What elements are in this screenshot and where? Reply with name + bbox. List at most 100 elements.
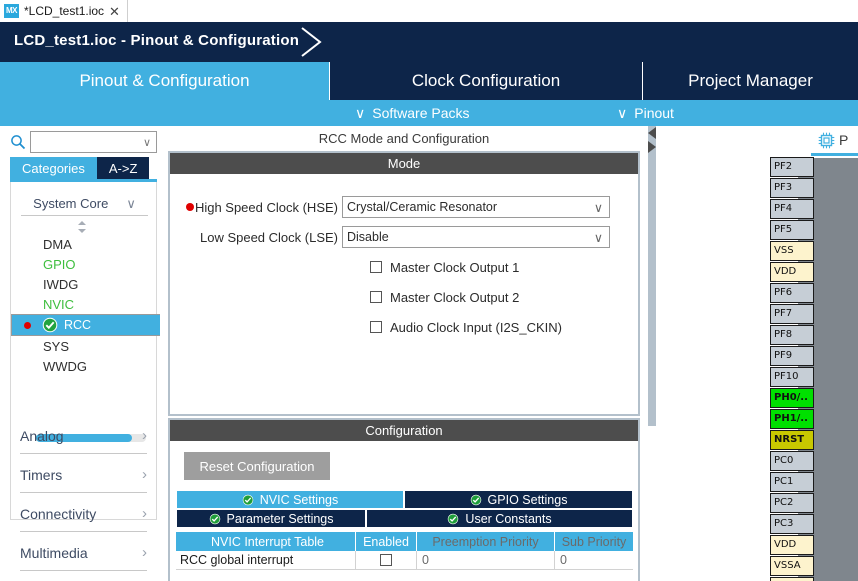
tab-clock-configuration[interactable]: Clock Configuration [330,62,643,100]
subtab-pinout[interactable]: ∨ Pinout [617,100,674,126]
tab-pinout-configuration[interactable]: Pinout & Configuration [0,62,330,100]
tab-parameter-settings-label: Parameter Settings [226,511,334,526]
sidebar-item-sys[interactable]: SYS [11,336,158,356]
table-row[interactable]: RCC global interrupt 0 0 [176,551,633,570]
cubemx-window: MX *LCD_test1.ioc ✕ LCD_test1.ioc - Pino… [0,0,858,581]
pinout-view-toggle[interactable]: P [818,128,848,152]
rcc-configuration-pane: RCC Mode and Configuration Mode High Spe… [160,126,645,581]
pin-vdd-2[interactable]: VDD [770,535,814,555]
cell-sub-priority[interactable]: 0 [555,551,633,570]
high-speed-clock-select[interactable]: Crystal/Ceramic Resonator ∨ [342,196,610,218]
peripheral-sidebar: ∨ Categories A->Z System Core ∨ DMA GPIO… [0,126,279,581]
pin-pf6[interactable]: PF6 [770,283,814,303]
column-header-preemption-priority: Preemption Priority [417,532,555,551]
configuration-panel: Configuration Reset Configuration NVIC S… [168,418,640,581]
sidebar-item-label: GPIO [43,256,76,272]
title-bar: LCD_test1.ioc - Pinout & Configuration [0,22,858,62]
pin-vssa[interactable]: VSSA [770,556,814,576]
tab-parameter-settings[interactable]: Parameter Settings [176,509,366,528]
pin-ph1[interactable]: RCC_OSC_OUT PH1/.. [770,409,814,429]
category-analog-label: Analog [20,427,64,444]
mode-rows: High Speed Clock (HSE) Crystal/Ceramic R… [170,174,638,342]
tab-user-constants[interactable]: User Constants [366,509,633,528]
pin-ph0[interactable]: RCC_OSC_IN PH0/.. [770,388,814,408]
column-header-sub-priority: Sub Priority [555,532,633,551]
chip-icon [818,132,835,148]
sidebar-item-iwdg[interactable]: IWDG [11,274,158,294]
pin-nrst[interactable]: NRST [770,430,814,450]
tab-categories[interactable]: Categories [10,157,97,179]
pin-pf4[interactable]: PF4 [770,199,814,219]
pin-ph1-label: PH1/.. [774,413,808,424]
pin-next-partial[interactable] [770,577,814,581]
chevron-down-icon: ∨ [355,104,366,121]
chevron-down-icon[interactable]: ∨ [126,196,136,212]
tab-nvic-settings-label: NVIC Settings [259,492,339,507]
tab-gpio-settings[interactable]: GPIO Settings [404,490,633,509]
subtab-software-packs[interactable]: ∨ Software Packs [355,100,470,126]
pin-pf8[interactable]: PF8 [770,325,814,345]
category-multimedia[interactable]: Multimedia › [20,535,147,571]
master-clock-output-2-checkbox[interactable] [370,291,382,303]
search-input[interactable]: ∨ [30,131,157,153]
enabled-checkbox[interactable] [380,554,392,566]
column-header-enabled: Enabled [356,532,417,551]
tab-project-manager[interactable]: Project Manager [643,62,858,100]
pin-pc3[interactable]: PC3 [770,514,814,534]
scroll-spinner-icon[interactable] [74,220,90,234]
pin-pf5[interactable]: PF5 [770,220,814,240]
pin-pf2[interactable]: PF2 [770,157,814,177]
chevron-down-icon[interactable]: ∨ [143,136,151,149]
row-audio-clock-input[interactable]: Audio Clock Input (I2S_CKIN) [170,312,638,342]
panel-title: RCC Mode and Configuration [168,126,640,151]
pin-pc2[interactable]: PC2 [770,493,814,513]
chevron-right-icon: › [142,466,147,483]
pin-ph0-label: PH0/.. [774,392,808,403]
breadcrumb-chevron-icon [301,27,322,57]
cell-enabled[interactable] [356,551,417,570]
high-speed-clock-label: High Speed Clock (HSE) [194,199,338,215]
chevron-down-icon: ∨ [593,230,603,245]
sidebar-item-gpio[interactable]: GPIO [11,254,158,274]
tab-nvic-settings[interactable]: NVIC Settings [176,490,404,509]
row-master-clock-output-1[interactable]: Master Clock Output 1 [170,252,638,282]
check-circle-icon [448,513,459,524]
document-tab-strip: MX *LCD_test1.ioc ✕ [0,0,858,22]
audio-clock-input-checkbox[interactable] [370,321,382,333]
pin-pf9[interactable]: PF9 [770,346,814,366]
sidebar-item-nvic[interactable]: NVIC [11,294,158,314]
sub-tab-bar: ∨ Software Packs ∨ Pinout [0,100,858,126]
reset-configuration-button[interactable]: Reset Configuration [184,452,330,480]
cell-preemption-priority[interactable]: 0 [417,551,555,570]
sidebar-item-label: NVIC [43,296,75,312]
search-icon [11,135,26,150]
sidebar-item-wwdg[interactable]: WWDG [11,356,158,376]
group-system-core[interactable]: System Core ∨ [21,192,148,216]
row-master-clock-output-2[interactable]: Master Clock Output 2 [170,282,638,312]
low-speed-clock-select[interactable]: Disable ∨ [342,226,610,248]
close-icon[interactable]: ✕ [109,5,120,18]
cubemx-logo-icon: MX [4,4,19,18]
warning-dot-icon [186,203,194,211]
category-analog[interactable]: Analog › [20,418,147,454]
tab-a-to-z[interactable]: A->Z [96,157,150,179]
category-connectivity[interactable]: Connectivity › [20,496,147,532]
pin-pf3[interactable]: PF3 [770,178,814,198]
sidebar-item-dma[interactable]: DMA [11,234,158,254]
pane-splitter[interactable] [645,126,659,581]
row-low-speed-clock: Low Speed Clock (LSE) Disable ∨ [170,222,638,252]
splitter-collapse-arrows-icon[interactable] [645,126,659,166]
pin-pc0[interactable]: PC0 [770,451,814,471]
pin-pc1[interactable]: PC1 [770,472,814,492]
master-clock-output-1-checkbox[interactable] [370,261,382,273]
document-tab[interactable]: MX *LCD_test1.ioc ✕ [0,0,128,22]
pin-vdd[interactable]: VDD [770,262,814,282]
pin-pf7[interactable]: PF7 [770,304,814,324]
pinout-view-label: P [839,132,849,148]
pin-vss[interactable]: VSS [770,241,814,261]
splitter-bar[interactable] [648,126,656,426]
table-header-row: NVIC Interrupt Table Enabled Preemption … [176,532,633,551]
category-timers[interactable]: Timers › [20,457,147,493]
pin-pf10[interactable]: PF10 [770,367,814,387]
subtab-pinout-label: Pinout [634,105,674,121]
